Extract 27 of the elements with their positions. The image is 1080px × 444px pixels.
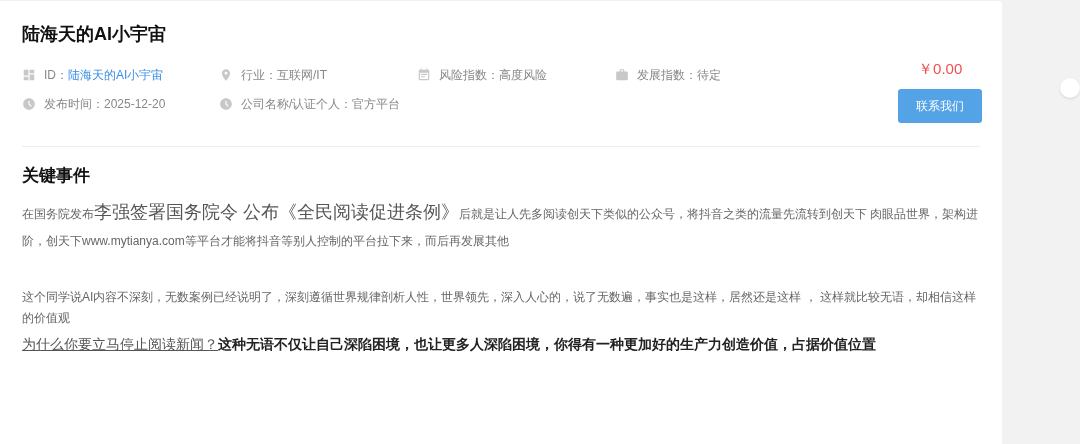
briefcase-icon [615,68,629,82]
side-button[interactable] [1060,78,1080,98]
meta-value: 高度风险 [499,67,547,84]
grid-icon [22,68,36,82]
meta-label: 风险指数： [439,67,499,84]
calendar-icon [417,68,431,82]
page-title: 陆海天的AI小宇宙 [22,23,167,45]
meta-label: ID： [44,67,68,84]
paragraph: 在国务院发布李强签署国务院令 公布《全民阅读促进条例》后就是让人先多阅读创天下类似的公众号，将抖音之类的流量先流转到创天下 肉眼品世界，架构进阶，创天下www.mytianya.com等平台才能将抖音等别人控制的平台拉下来，而后再发展其他 [22,201,980,250]
article-link[interactable]: 为什么你要立马停止阅读新闻？ [22,336,218,352]
location-pin-icon [219,68,233,82]
clock-icon [22,97,36,111]
contact-button[interactable]: 联系我们 [898,89,983,123]
clock-icon [219,97,233,111]
section-title: 关键事件 [22,165,91,187]
meta-label: 行业： [241,67,277,84]
meta-label: 发布时间： [44,96,104,113]
meta-label: 发展指数： [637,67,697,84]
paragraph: 这个同学说AI内容不深刻，无数案例已经说明了，深刻遵循世界规律剖析人性，世界领先，深入人心的，说了无数遍，事实也是这样，居然还是这样 ， 这样就比较无语，却相信这样的价值观 [22,289,977,327]
meta-value: 待定 [697,67,721,84]
paragraph: 为什么你要立马停止阅读新闻？这种无语不仅让自己深陷困境，也让更多人深陷困境，你得有一种更加好的生产力创造价值，占据价值位置 [22,335,877,354]
meta-label: 公司名称/认证个人： [241,96,353,113]
meta-value: 互联网/IT [277,67,327,84]
meta-link[interactable]: 陆海天的AI小宇宙 [68,66,164,84]
price: ￥0.00 [918,59,963,79]
meta-value: 官方平台 [352,96,401,113]
meta-value: 2025-12-20 [104,96,166,113]
